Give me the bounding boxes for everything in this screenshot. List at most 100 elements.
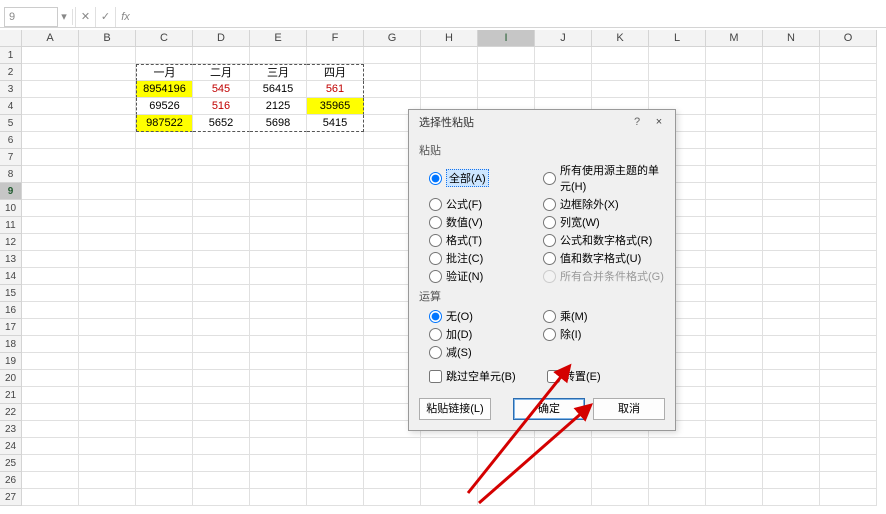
cell-O16[interactable] bbox=[820, 302, 877, 319]
cell-G2[interactable] bbox=[364, 64, 421, 81]
cell-A5[interactable] bbox=[22, 115, 79, 132]
cell-M26[interactable] bbox=[706, 472, 763, 489]
cell-K1[interactable] bbox=[592, 47, 649, 64]
cell-I26[interactable] bbox=[478, 472, 535, 489]
cell-C24[interactable] bbox=[136, 438, 193, 455]
cell-L25[interactable] bbox=[649, 455, 706, 472]
cell-E11[interactable] bbox=[250, 217, 307, 234]
cell-K3[interactable] bbox=[592, 81, 649, 98]
cell-D1[interactable] bbox=[193, 47, 250, 64]
cell-K27[interactable] bbox=[592, 489, 649, 506]
cell-M19[interactable] bbox=[706, 353, 763, 370]
cell-O12[interactable] bbox=[820, 234, 877, 251]
cell-G24[interactable] bbox=[364, 438, 421, 455]
cell-O26[interactable] bbox=[820, 472, 877, 489]
cell-M8[interactable] bbox=[706, 166, 763, 183]
cell-C20[interactable] bbox=[136, 370, 193, 387]
cell-O24[interactable] bbox=[820, 438, 877, 455]
cell-M9[interactable] bbox=[706, 183, 763, 200]
cell-D12[interactable] bbox=[193, 234, 250, 251]
cell-B23[interactable] bbox=[79, 421, 136, 438]
cell-E22[interactable] bbox=[250, 404, 307, 421]
cell-A26[interactable] bbox=[22, 472, 79, 489]
cell-M7[interactable] bbox=[706, 149, 763, 166]
radio-paste-all[interactable] bbox=[429, 172, 442, 185]
row-header-5[interactable]: 5 bbox=[0, 115, 22, 132]
cell-M11[interactable] bbox=[706, 217, 763, 234]
cell-I24[interactable] bbox=[478, 438, 535, 455]
cell-F16[interactable] bbox=[307, 302, 364, 319]
cell-A2[interactable] bbox=[22, 64, 79, 81]
cell-A13[interactable] bbox=[22, 251, 79, 268]
cell-M12[interactable] bbox=[706, 234, 763, 251]
cell-M15[interactable] bbox=[706, 285, 763, 302]
cell-C11[interactable] bbox=[136, 217, 193, 234]
cell-B15[interactable] bbox=[79, 285, 136, 302]
cell-C13[interactable] bbox=[136, 251, 193, 268]
cell-I25[interactable] bbox=[478, 455, 535, 472]
cell-O8[interactable] bbox=[820, 166, 877, 183]
cell-D2[interactable]: 二月 bbox=[193, 64, 250, 81]
cell-M20[interactable] bbox=[706, 370, 763, 387]
cell-J25[interactable] bbox=[535, 455, 592, 472]
cell-K24[interactable] bbox=[592, 438, 649, 455]
cell-E10[interactable] bbox=[250, 200, 307, 217]
cell-C10[interactable] bbox=[136, 200, 193, 217]
column-header-H[interactable]: H bbox=[421, 30, 478, 47]
cell-B18[interactable] bbox=[79, 336, 136, 353]
cell-M4[interactable] bbox=[706, 98, 763, 115]
cell-A14[interactable] bbox=[22, 268, 79, 285]
cell-B14[interactable] bbox=[79, 268, 136, 285]
cell-D14[interactable] bbox=[193, 268, 250, 285]
cell-F17[interactable] bbox=[307, 319, 364, 336]
cell-O15[interactable] bbox=[820, 285, 877, 302]
cell-L26[interactable] bbox=[649, 472, 706, 489]
cell-C6[interactable] bbox=[136, 132, 193, 149]
cell-B27[interactable] bbox=[79, 489, 136, 506]
row-header-9[interactable]: 9 bbox=[0, 183, 22, 200]
cell-C15[interactable] bbox=[136, 285, 193, 302]
cell-O10[interactable] bbox=[820, 200, 877, 217]
cell-M24[interactable] bbox=[706, 438, 763, 455]
radio-values-number-formats[interactable] bbox=[543, 252, 556, 265]
cell-A8[interactable] bbox=[22, 166, 79, 183]
column-header-G[interactable]: G bbox=[364, 30, 421, 47]
cell-A25[interactable] bbox=[22, 455, 79, 472]
column-header-D[interactable]: D bbox=[193, 30, 250, 47]
cell-C27[interactable] bbox=[136, 489, 193, 506]
cell-A10[interactable] bbox=[22, 200, 79, 217]
cell-A19[interactable] bbox=[22, 353, 79, 370]
cell-L24[interactable] bbox=[649, 438, 706, 455]
checkbox-transpose[interactable] bbox=[547, 370, 560, 383]
cell-C16[interactable] bbox=[136, 302, 193, 319]
cell-M23[interactable] bbox=[706, 421, 763, 438]
cell-J1[interactable] bbox=[535, 47, 592, 64]
row-header-3[interactable]: 3 bbox=[0, 81, 22, 98]
cell-E9[interactable] bbox=[250, 183, 307, 200]
column-header-B[interactable]: B bbox=[79, 30, 136, 47]
cell-G27[interactable] bbox=[364, 489, 421, 506]
cell-F1[interactable] bbox=[307, 47, 364, 64]
cell-N18[interactable] bbox=[763, 336, 820, 353]
cell-I2[interactable] bbox=[478, 64, 535, 81]
cell-E4[interactable]: 2125 bbox=[250, 98, 307, 115]
cell-A24[interactable] bbox=[22, 438, 79, 455]
cell-O4[interactable] bbox=[820, 98, 877, 115]
cell-C5[interactable]: 987522 bbox=[136, 115, 193, 132]
cell-C2[interactable]: 一月 bbox=[136, 64, 193, 81]
cell-O2[interactable] bbox=[820, 64, 877, 81]
cell-N19[interactable] bbox=[763, 353, 820, 370]
cell-C17[interactable] bbox=[136, 319, 193, 336]
row-header-24[interactable]: 24 bbox=[0, 438, 22, 455]
cell-F25[interactable] bbox=[307, 455, 364, 472]
cell-M1[interactable] bbox=[706, 47, 763, 64]
cell-A20[interactable] bbox=[22, 370, 79, 387]
cell-N26[interactable] bbox=[763, 472, 820, 489]
column-header-M[interactable]: M bbox=[706, 30, 763, 47]
name-box-dropdown-icon[interactable]: ▾ bbox=[58, 10, 70, 23]
cell-L1[interactable] bbox=[649, 47, 706, 64]
cell-D11[interactable] bbox=[193, 217, 250, 234]
cell-K25[interactable] bbox=[592, 455, 649, 472]
cell-B3[interactable] bbox=[79, 81, 136, 98]
row-header-4[interactable]: 4 bbox=[0, 98, 22, 115]
